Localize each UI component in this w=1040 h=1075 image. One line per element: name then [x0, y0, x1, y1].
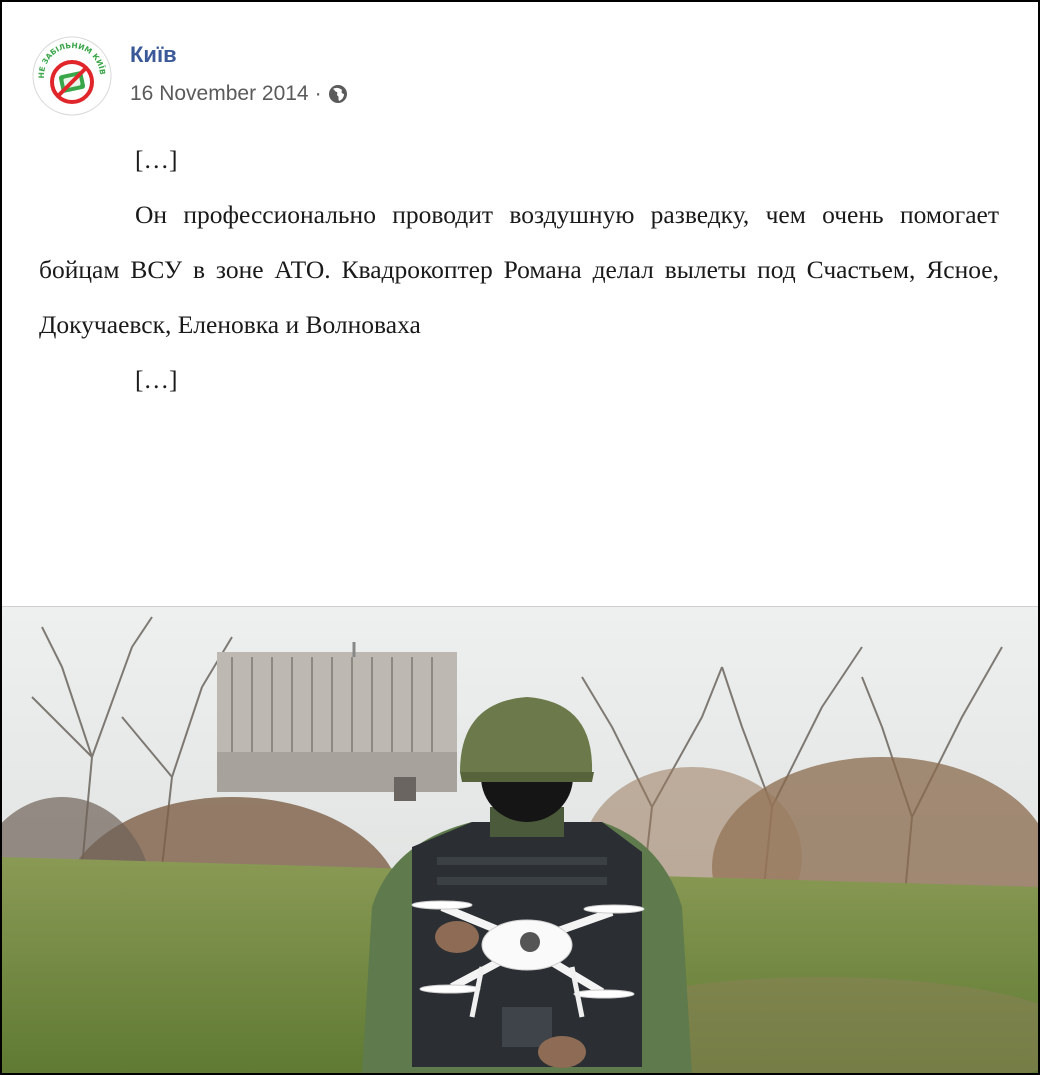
- post-photo[interactable]: [2, 606, 1038, 1073]
- soldier-with-quadcopter-photo: [2, 607, 1038, 1073]
- globe-icon[interactable]: [328, 84, 348, 104]
- page-name-link[interactable]: Київ: [130, 42, 177, 68]
- post-date[interactable]: 16 November 2014: [130, 82, 309, 106]
- ellipsis-bottom: […]: [135, 365, 178, 394]
- post-body: […] Он профессионально проводит воздушну…: [39, 132, 999, 407]
- post-meta: 16 November 2014 ·: [130, 82, 348, 106]
- no-entry-logo-icon: НЕ ЗАБІЛЬНИМ КИЇВ!: [30, 29, 112, 116]
- post-paragraph: Он профессионально проводит воздушную ра…: [39, 200, 999, 339]
- meta-separator: ·: [314, 82, 322, 105]
- post-card: НЕ ЗАБІЛЬНИМ КИЇВ! Київ 16 November 2014…: [0, 0, 1040, 1075]
- page-avatar[interactable]: НЕ ЗАБІЛЬНИМ КИЇВ!: [30, 29, 112, 116]
- ellipsis-top: […]: [135, 145, 178, 174]
